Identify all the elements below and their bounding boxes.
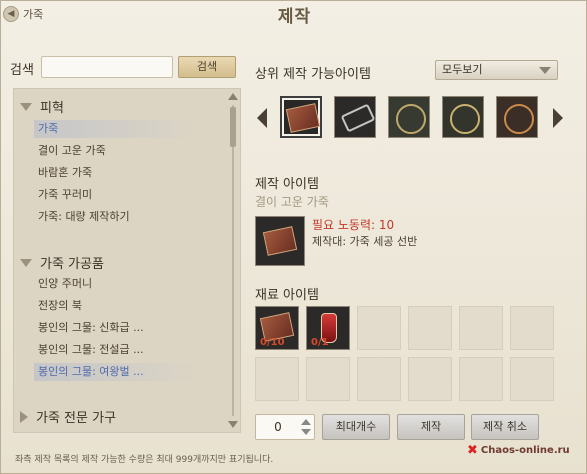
expanded-triangle-icon bbox=[20, 102, 32, 111]
empty-material-slot bbox=[510, 306, 554, 350]
empty-material-slot bbox=[459, 306, 503, 350]
tree-item[interactable]: 가죽 꾸러미 bbox=[34, 186, 196, 204]
category-label: 가죽 가공품 bbox=[40, 257, 104, 272]
tree-scrollbar[interactable] bbox=[228, 93, 238, 428]
carousel-next-arrow-icon[interactable] bbox=[553, 108, 563, 128]
upper-item-slot[interactable] bbox=[280, 96, 322, 138]
tree-item[interactable]: 결이 고운 가죽 bbox=[34, 142, 196, 160]
tree-item[interactable]: 가죽 bbox=[34, 120, 196, 138]
category-label: 피혁 bbox=[40, 101, 64, 116]
seal-coin-icon bbox=[504, 104, 534, 134]
material-count: 0/10 bbox=[260, 337, 285, 348]
craft-item-name: 결이 고운 가죽 bbox=[255, 195, 329, 209]
upper-items-title: 상위 제작 가능아이템 bbox=[255, 67, 371, 82]
materials-title: 재료 아이템 bbox=[255, 288, 319, 303]
footer-note: 좌측 제작 목록의 제작 가능한 수량은 최대 999개까지만 표기됩니다. bbox=[15, 455, 274, 465]
leather-book-icon bbox=[285, 103, 321, 133]
craft-item-slot[interactable] bbox=[255, 216, 305, 266]
quantity-stepper[interactable]: 0 bbox=[255, 414, 315, 440]
empty-material-slot bbox=[255, 357, 299, 401]
upper-item-slot[interactable] bbox=[388, 96, 430, 138]
empty-material-slot bbox=[357, 306, 401, 350]
category-leather-furniture[interactable]: 가죽 전문 가구 bbox=[20, 407, 116, 426]
search-label: 검색 bbox=[10, 63, 34, 78]
filter-value: 모두보기 bbox=[442, 63, 483, 76]
window-title: 제작 bbox=[277, 7, 312, 27]
watermark-x-icon: ✖ bbox=[467, 443, 478, 458]
upper-item-slot[interactable] bbox=[334, 96, 376, 138]
cancel-craft-button[interactable]: 제작 취소 bbox=[471, 414, 539, 440]
empty-material-slot bbox=[408, 357, 452, 401]
empty-material-slot bbox=[357, 357, 401, 401]
search-button[interactable]: 검색 bbox=[178, 56, 236, 78]
labor-required: 필요 노동력: 10 bbox=[312, 218, 395, 232]
category-leather[interactable]: 피혁 bbox=[20, 97, 64, 116]
collapsed-triangle-icon bbox=[20, 410, 28, 423]
scroll-down-arrow-icon[interactable] bbox=[228, 421, 238, 428]
expanded-triangle-icon bbox=[20, 258, 32, 267]
search-input[interactable] bbox=[41, 56, 173, 78]
material-count: 0/1 bbox=[311, 337, 329, 348]
tree-item[interactable]: 가죽: 대량 제작하기 bbox=[34, 208, 196, 226]
tree-item[interactable]: 봉인의 그물: 신화급 ... bbox=[34, 319, 196, 337]
upper-item-slot[interactable] bbox=[496, 96, 538, 138]
scroll-thumb[interactable] bbox=[230, 107, 236, 147]
max-quantity-button[interactable]: 최대개수 bbox=[322, 414, 390, 440]
seal-coin-icon bbox=[396, 104, 426, 134]
leather-book-icon bbox=[262, 226, 298, 256]
upper-item-slot[interactable] bbox=[442, 96, 484, 138]
craft-item-title: 제작 아이템 bbox=[255, 177, 319, 192]
carousel-prev-arrow-icon[interactable] bbox=[257, 108, 267, 128]
material-slot[interactable]: 0/1 bbox=[306, 306, 350, 350]
chevron-down-icon bbox=[539, 67, 551, 74]
tree-item[interactable]: 봉인의 그물: 여왕벌 ... bbox=[34, 363, 196, 381]
filter-dropdown[interactable]: 모두보기 bbox=[435, 60, 558, 80]
scroll-up-arrow-icon[interactable] bbox=[228, 93, 238, 100]
category-leather-goods[interactable]: 가죽 가공품 bbox=[20, 253, 104, 272]
watermark-text: Chaos-online.ru bbox=[480, 445, 570, 456]
empty-material-slot bbox=[408, 306, 452, 350]
empty-material-slot bbox=[306, 357, 350, 401]
tree-item[interactable]: 바람혼 가죽 bbox=[34, 164, 196, 182]
decrement-arrow-icon[interactable] bbox=[301, 429, 311, 435]
workbench-label: 제작대: 가죽 세공 선반 bbox=[312, 235, 418, 248]
craft-window: ◀ 가죽 제작 검색 검색 피혁 가죽 결이 고운 가죽 바람혼 가죽 가죽 꾸… bbox=[0, 0, 587, 474]
empty-material-slot bbox=[510, 357, 554, 401]
seal-coin-icon bbox=[450, 104, 480, 134]
tree-item[interactable]: 전장의 북 bbox=[34, 297, 196, 315]
craft-button[interactable]: 제작 bbox=[397, 414, 465, 440]
leather-strap-icon bbox=[340, 103, 376, 133]
tree-item[interactable]: 인양 주머니 bbox=[34, 275, 196, 293]
material-slot[interactable]: 0/10 bbox=[255, 306, 299, 350]
scroll-track[interactable] bbox=[232, 105, 234, 416]
tree-item[interactable]: 봉인의 그물: 전설급 ... bbox=[34, 341, 196, 359]
recipe-tree: 피혁 가죽 결이 고운 가죽 바람혼 가죽 가죽 꾸러미 가죽: 대량 제작하기… bbox=[13, 88, 241, 433]
quantity-value: 0 bbox=[274, 420, 282, 434]
category-label: 가죽 전문 가구 bbox=[36, 411, 117, 426]
watermark: ✖ Chaos-online.ru bbox=[467, 443, 570, 458]
increment-arrow-icon[interactable] bbox=[301, 419, 311, 425]
title-bar: ◀ 가죽 제작 bbox=[1, 1, 587, 29]
empty-material-slot bbox=[459, 357, 503, 401]
